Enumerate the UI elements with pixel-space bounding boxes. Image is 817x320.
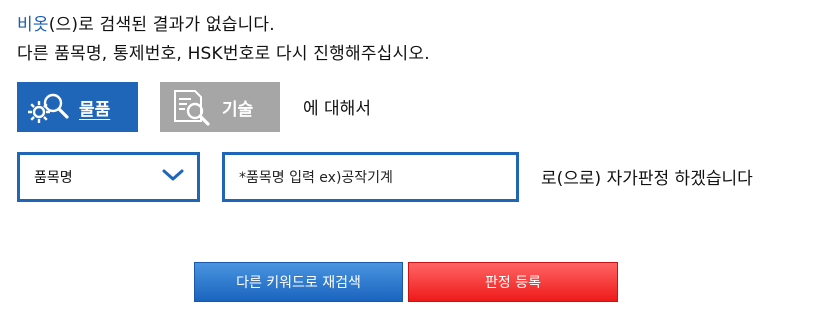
tech-type-label: 기술 — [222, 99, 254, 120]
goods-type-label: 물품 — [79, 99, 111, 120]
tech-type-button[interactable]: 기술 — [160, 82, 280, 132]
retry-instruction: 다른 품목명, 통제번호, HSK번호로 다시 진행해주십시오. — [17, 44, 430, 64]
document-search-icon — [166, 82, 216, 132]
research-button[interactable]: 다른 키워드로 재검색 — [194, 262, 403, 302]
item-name-placeholder: *품목명 입력 ex)공작기계 — [239, 170, 393, 186]
register-judgment-button[interactable]: 판정 등록 — [408, 262, 618, 302]
no-result-message: 비옷(으)로 검색된 결과가 없습니다. — [17, 10, 275, 35]
about-text: 에 대해서 — [303, 99, 371, 119]
search-type-value: 품목명 — [34, 170, 73, 186]
search-type-select[interactable]: 품목명 — [17, 152, 200, 202]
chevron-down-icon — [161, 167, 185, 187]
item-name-input[interactable]: *품목명 입력 ex)공작기계 — [222, 152, 519, 202]
goods-type-button[interactable]: 물품 — [17, 82, 138, 132]
search-keyword: 비옷 — [17, 15, 49, 35]
self-judgment-text: 로(으로) 자가판정 하겠습니다 — [541, 169, 753, 189]
gear-search-icon — [23, 82, 73, 132]
no-result-suffix: (으)로 검색된 결과가 없습니다. — [48, 15, 275, 35]
